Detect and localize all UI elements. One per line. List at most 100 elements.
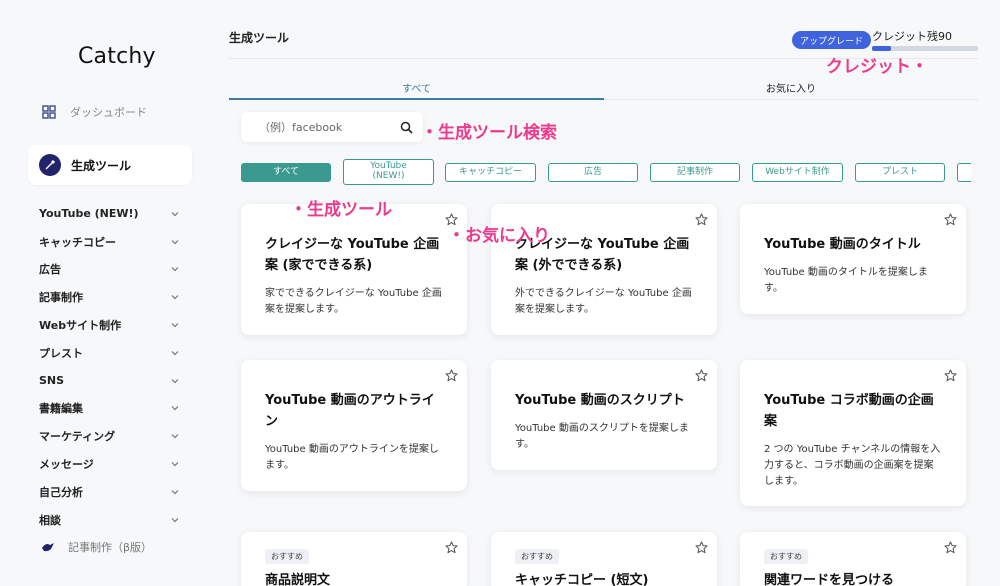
- chevron-down-icon: [171, 295, 179, 300]
- chevron-down-icon: [171, 267, 179, 272]
- chevron-down-icon: [171, 517, 179, 523]
- sidebar-category[interactable]: Webサイト制作: [39, 311, 181, 339]
- chevron-down-icon: [171, 350, 179, 356]
- sidebar-category[interactable]: 自己分析: [39, 478, 181, 506]
- favorite-star-icon[interactable]: [944, 541, 957, 554]
- tool-card-description: YouTube 動画のタイトルを提案します。: [764, 267, 928, 294]
- filter-all[interactable]: すべて: [241, 163, 331, 182]
- filter-youtube[interactable]: YouTube (NEW!): [343, 159, 434, 185]
- filter-youtube-label: YouTube: [370, 161, 407, 172]
- tool-card-description: YouTube 動画のアウトラインを提案します。: [265, 444, 439, 471]
- sidebar-category-label: キャッチコピー: [39, 235, 116, 249]
- bird-icon: [42, 543, 54, 552]
- recommended-badge: おすすめ: [515, 549, 559, 564]
- tool-card-title: YouTube 動画のアウトライン: [265, 393, 435, 429]
- filter-website[interactable]: Webサイト制作: [752, 163, 843, 182]
- credit-progress-fill: [872, 46, 892, 51]
- recommended-badge: おすすめ: [265, 549, 309, 564]
- sidebar-category-label: 広告: [39, 263, 61, 277]
- sidebar-item-dashboard[interactable]: ダッシュボード: [42, 104, 147, 120]
- chevron-down-icon: [171, 323, 179, 328]
- sidebar-category[interactable]: 相談: [39, 506, 181, 534]
- filter-article[interactable]: 記事制作: [650, 163, 740, 182]
- tab-all[interactable]: すべて: [229, 80, 604, 95]
- sidebar-category-label: 書籍編集: [39, 402, 83, 416]
- sidebar-category[interactable]: メッセージ: [39, 450, 181, 478]
- wand-icon: [39, 154, 61, 176]
- page-title: 生成ツール: [229, 31, 290, 45]
- chevron-down-icon: [171, 434, 179, 439]
- chevron-down-icon: [171, 489, 179, 495]
- sidebar: Catchy ダッシュボード 生成ツール YouTube (NEW!) キャッチコ…: [0, 0, 205, 586]
- tool-card-description: 家でできるクレイジーな YouTube 企画案を提案します。: [265, 288, 442, 315]
- sidebar-item-article-beta[interactable]: 記事制作（β版）: [40, 539, 152, 555]
- annotation-search: ・生成ツール検索: [421, 123, 557, 143]
- sidebar-category[interactable]: 書籍編集: [39, 395, 181, 423]
- active-tab-indicator: [229, 98, 604, 100]
- favorite-star-icon[interactable]: [695, 541, 708, 554]
- tool-card-description: 外でできるクレイジーな YouTube 企画案を提案します。: [515, 288, 692, 315]
- filter-youtube-new: (NEW!): [372, 171, 405, 181]
- sidebar-item-label: 記事制作（β版）: [68, 541, 153, 554]
- search-box: [241, 112, 423, 142]
- annotation-favorites: ・お気に入り: [448, 226, 550, 246]
- credit-remaining: クレジット残90: [872, 30, 952, 43]
- sidebar-category[interactable]: 記事制作: [39, 283, 181, 311]
- sidebar-category-label: マーケティング: [39, 430, 116, 444]
- sidebar-category-label: 記事制作: [39, 291, 83, 305]
- upgrade-button[interactable]: アップグレード: [792, 31, 872, 49]
- filter-press[interactable]: プレスト: [855, 163, 945, 182]
- favorite-star-icon[interactable]: [944, 369, 957, 382]
- sidebar-category[interactable]: キャッチコピー: [39, 228, 181, 256]
- tool-card-title: YouTube コラボ動画の企画案: [764, 393, 934, 429]
- search-icon[interactable]: [400, 121, 413, 134]
- sidebar-category-label: メッセージ: [39, 458, 94, 472]
- tool-card-title: YouTube 動画のタイトル: [764, 237, 921, 252]
- sidebar-category[interactable]: プレスト: [39, 339, 181, 367]
- app-logo[interactable]: Catchy: [78, 44, 156, 69]
- tool-card[interactable]: クレイジーな YouTube 企画案 (家でできる系) 家でできるクレイジーな Y…: [241, 204, 467, 335]
- tab-divider: [604, 99, 978, 100]
- tool-card[interactable]: おすすめ 商品説明文: [241, 532, 467, 586]
- favorite-star-icon[interactable]: [695, 369, 708, 382]
- sidebar-item-generation-tools[interactable]: 生成ツール: [28, 145, 192, 185]
- tool-card[interactable]: おすすめ 関連ワードを見つける: [740, 532, 966, 586]
- tool-card-title: クレイジーな YouTube 企画案 (家でできる系): [265, 237, 440, 273]
- search-input[interactable]: [259, 120, 389, 134]
- chevron-down-icon: [171, 378, 179, 384]
- sidebar-category[interactable]: マーケティング: [39, 422, 181, 450]
- tool-card-title: YouTube 動画のスクリプト: [515, 393, 685, 408]
- annotation-credit: クレジット・: [826, 57, 928, 77]
- favorite-star-icon[interactable]: [445, 369, 458, 382]
- sidebar-category-label: Webサイト制作: [39, 319, 122, 333]
- chevron-down-icon: [171, 211, 179, 217]
- filter-more[interactable]: [957, 163, 971, 182]
- filter-catchcopy[interactable]: キャッチコピー: [445, 163, 536, 182]
- sidebar-category[interactable]: SNS: [39, 367, 181, 395]
- annotation-tools: ・生成ツール: [290, 200, 392, 220]
- tab-favorites[interactable]: お気に入り: [604, 80, 978, 95]
- favorite-star-icon[interactable]: [695, 213, 708, 226]
- tool-card-title: 商品説明文: [265, 573, 331, 586]
- sidebar-category-label: 自己分析: [39, 485, 83, 499]
- favorite-star-icon[interactable]: [445, 541, 458, 554]
- sidebar-category-label: 相談: [39, 513, 61, 527]
- tool-card[interactable]: YouTube コラボ動画の企画案 2 つの YouTube チャンネルの情報を入…: [740, 360, 966, 506]
- chevron-down-icon: [171, 462, 179, 467]
- sidebar-category[interactable]: YouTube (NEW!): [39, 200, 181, 228]
- favorite-star-icon[interactable]: [944, 213, 957, 226]
- tool-card-description: YouTube 動画のスクリプトを提案します。: [515, 423, 689, 450]
- dashboard-icon: [42, 105, 56, 119]
- tool-card[interactable]: YouTube 動画のタイトル YouTube 動画のタイトルを提案します。: [740, 204, 966, 314]
- filter-ad[interactable]: 広告: [548, 163, 638, 182]
- recommended-badge: おすすめ: [764, 549, 808, 564]
- sidebar-item-label: 生成ツール: [71, 158, 132, 173]
- sidebar-category-label: プレスト: [39, 346, 83, 360]
- tool-card[interactable]: おすすめキャッチコピー (短文): [491, 532, 717, 586]
- tool-card[interactable]: YouTube 動画のアウトライン YouTube 動画のアウトラインを提案します…: [241, 360, 467, 491]
- sidebar-category-label: YouTube (NEW!): [39, 207, 139, 221]
- sidebar-item-label: ダッシュボード: [70, 106, 147, 119]
- tool-card-title: キャッチコピー (短文): [515, 573, 649, 586]
- sidebar-category[interactable]: 広告: [39, 256, 181, 284]
- tool-card[interactable]: YouTube 動画のスクリプト YouTube 動画のスクリプトを提案します。: [491, 360, 717, 470]
